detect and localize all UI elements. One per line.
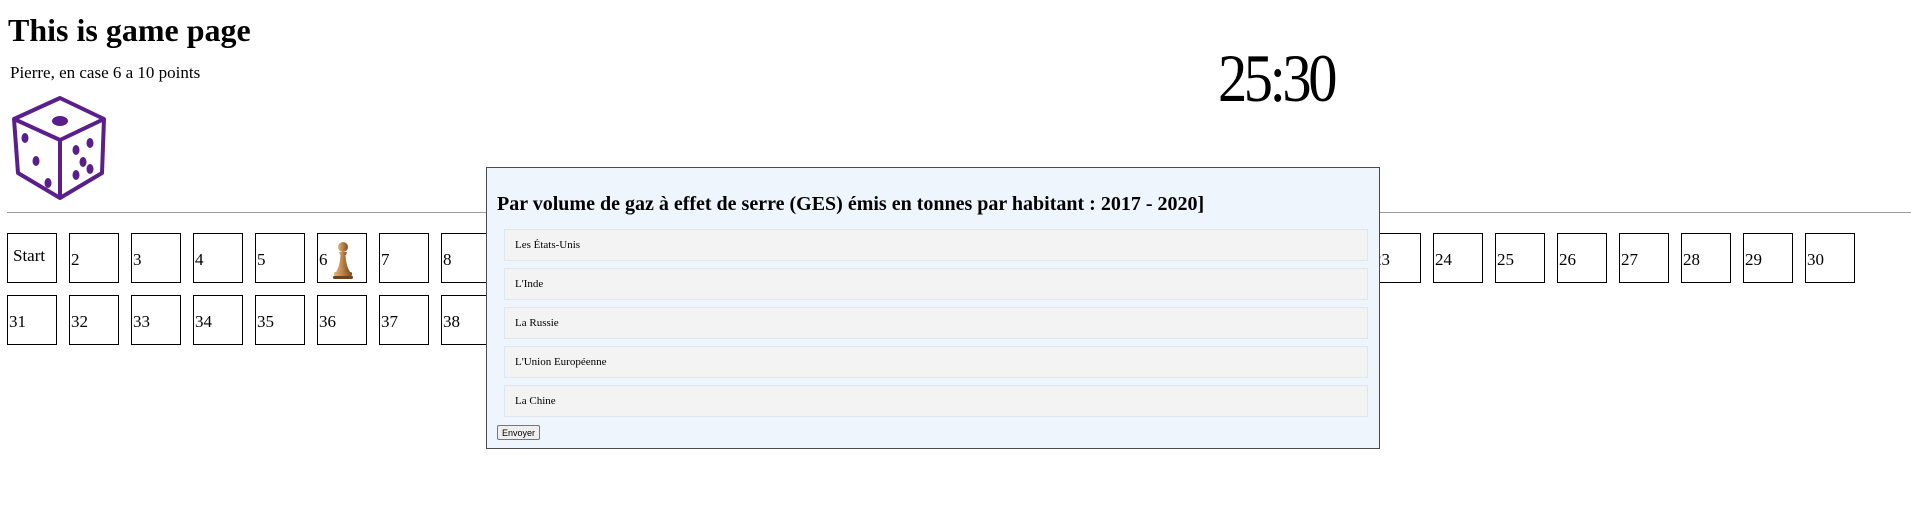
board-cell-36: 36 — [317, 295, 367, 345]
board-cell-start: Start — [7, 233, 57, 283]
board-cell-label: 8 — [443, 250, 452, 269]
board-cell-27: 27 — [1619, 233, 1669, 283]
board-cell-31: 31 — [7, 295, 57, 345]
board-cell-38: 38 — [441, 295, 491, 345]
question-modal: Par volume de gaz à effet de serre (GES)… — [486, 167, 1380, 449]
board-cell-label: 26 — [1559, 250, 1576, 269]
board-cell-label: 37 — [381, 312, 398, 331]
board-cell-label: 36 — [319, 312, 336, 331]
player-status: Pierre, en case 6 a 10 points — [10, 63, 201, 82]
board-cell-label: 29 — [1745, 250, 1762, 269]
dice-icon[interactable] — [10, 95, 110, 201]
board-cell-label: 32 — [71, 312, 88, 331]
board-cell-29: 29 — [1743, 233, 1793, 283]
board-cell-32: 32 — [69, 295, 119, 345]
board-cell-label: 33 — [133, 312, 150, 331]
board-cell-label: 27 — [1621, 250, 1638, 269]
board-cell-label: 5 — [257, 250, 266, 269]
answer-option[interactable]: La Chine — [504, 385, 1368, 417]
submit-button[interactable]: Envoyer — [497, 425, 541, 440]
board-cell-30: 30 — [1805, 233, 1855, 283]
board-cell-label: Start — [13, 246, 46, 265]
board-cell-25: 25 — [1495, 233, 1545, 283]
board-cell-34: 34 — [193, 295, 243, 345]
board-cell-label: 38 — [443, 312, 460, 331]
page-title: This is game page — [8, 12, 251, 48]
board-cell-6: 6 — [317, 233, 367, 283]
board-cell-37: 37 — [379, 295, 429, 345]
answer-option[interactable]: La Russie — [504, 307, 1368, 339]
board-cell-7: 7 — [379, 233, 429, 283]
board-cell-label: 6 — [319, 250, 328, 269]
board-cell-label: 31 — [9, 312, 26, 331]
board-cell-label: 25 — [1497, 250, 1514, 269]
board-cell-8: 8 — [441, 233, 491, 283]
board-cell-label: 35 — [257, 312, 274, 331]
countdown-timer: 25:30 — [1218, 40, 1337, 116]
board-cell-label: 34 — [195, 312, 212, 331]
board-cell-3: 3 — [131, 233, 181, 283]
board-cell-label: 30 — [1807, 250, 1824, 269]
board-cell-33: 33 — [131, 295, 181, 345]
board-cell-label: 7 — [381, 250, 390, 269]
board-cell-4: 4 — [193, 233, 243, 283]
board-cell-label: 3 — [133, 250, 142, 269]
pawn-icon — [333, 242, 353, 279]
board-cell-label: 2 — [71, 250, 80, 269]
question-text: Par volume de gaz à effet de serre (GES)… — [497, 193, 1205, 215]
board-cell-label: 28 — [1683, 250, 1700, 269]
board-cell-5: 5 — [255, 233, 305, 283]
board-cell-24: 24 — [1433, 233, 1483, 283]
answer-option[interactable]: Les États-Unis — [504, 229, 1368, 261]
board-cell-28: 28 — [1681, 233, 1731, 283]
board-cell-label: 24 — [1435, 250, 1452, 269]
board-cell-26: 26 — [1557, 233, 1607, 283]
answer-option[interactable]: L'Union Européenne — [504, 346, 1368, 378]
answer-option[interactable]: L'Inde — [504, 268, 1368, 300]
board-cell-2: 2 — [69, 233, 119, 283]
board-cell-label: 4 — [195, 250, 204, 269]
board-cell-35: 35 — [255, 295, 305, 345]
